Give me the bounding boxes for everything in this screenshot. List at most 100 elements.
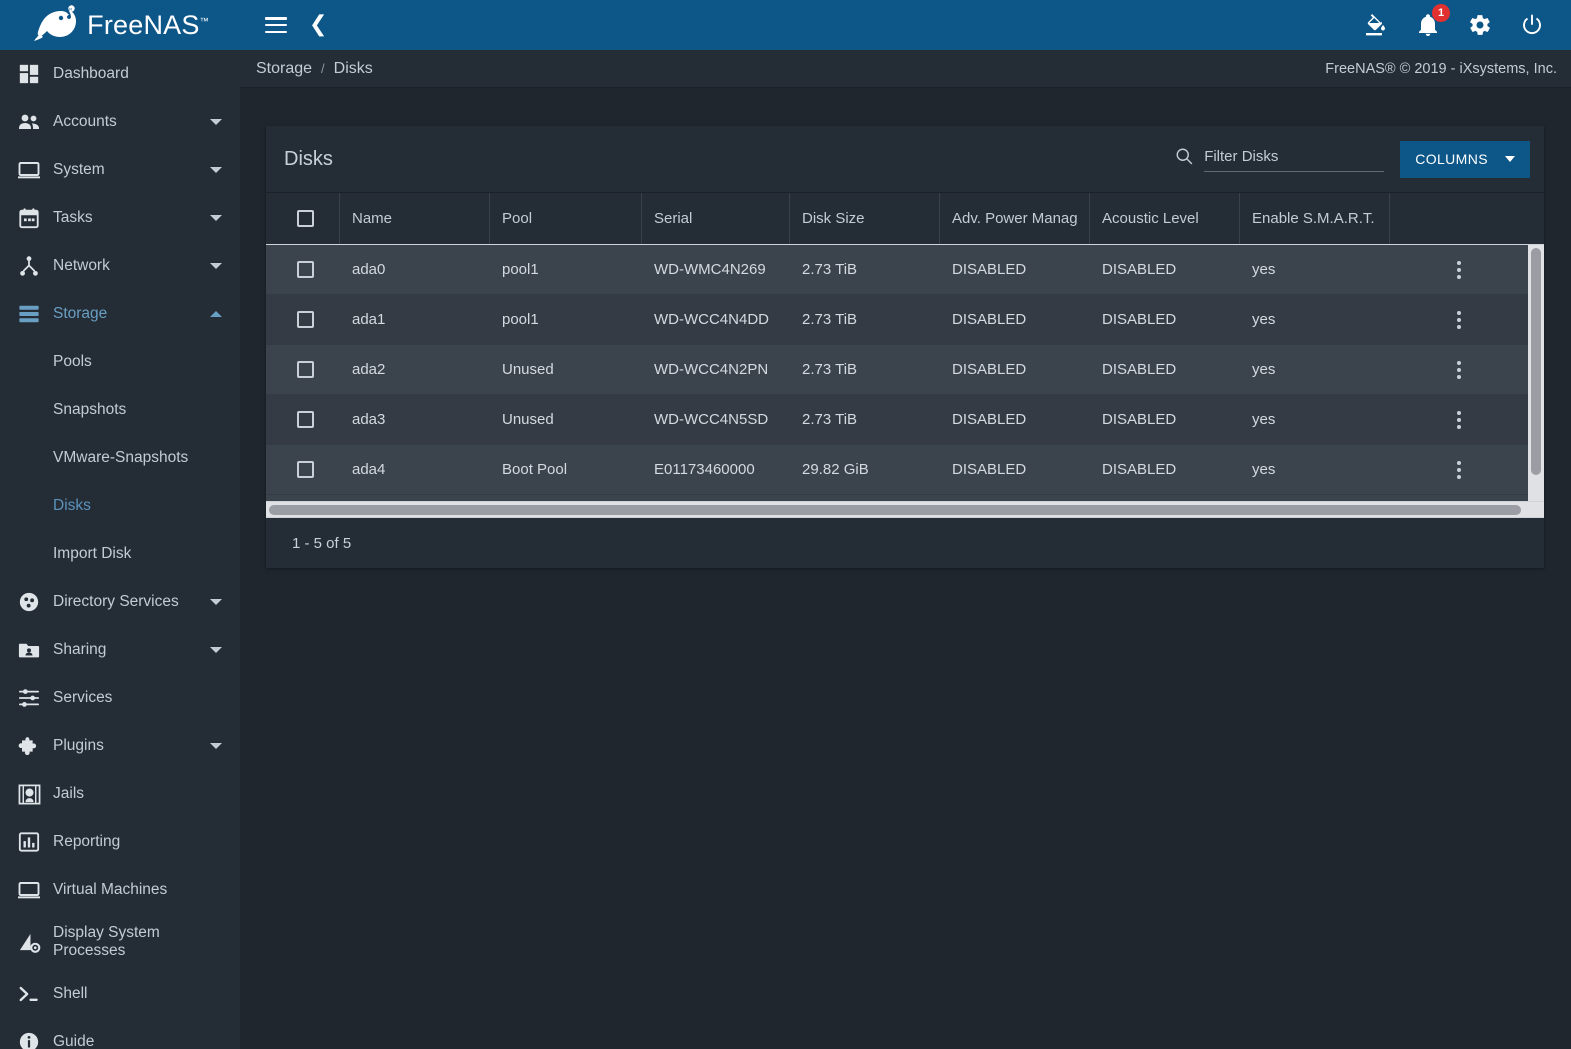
column-header-disk-size[interactable]: Disk Size (790, 193, 940, 244)
cell-pool: pool1 (502, 261, 539, 278)
search-input[interactable] (1204, 146, 1385, 172)
cell-enable-smart: yes (1252, 361, 1276, 378)
row-actions-cell[interactable] (1390, 445, 1528, 494)
cell-pool: pool1 (502, 311, 539, 328)
hamburger-icon[interactable] (265, 17, 287, 33)
sidebar-item-virtual-machines[interactable]: Virtual Machines (0, 866, 240, 914)
svg-text:R: R (69, 7, 72, 12)
row-checkbox[interactable] (297, 411, 314, 428)
row-actions-cell[interactable] (1390, 295, 1528, 344)
sidebar-item-guide[interactable]: Guide (0, 1018, 240, 1049)
table-row[interactable]: ada1 pool1 WD-WCC4N4DD 2.73 TiB DISABLED… (266, 295, 1528, 345)
kebab-menu-icon[interactable] (1402, 310, 1516, 329)
kebab-menu-icon[interactable] (1402, 260, 1516, 279)
sidebar-item-reporting[interactable]: Reporting (0, 818, 240, 866)
column-header-enable-smart[interactable]: Enable S.M.A.R.T. (1240, 193, 1390, 244)
sidebar-item-disks[interactable]: Disks (0, 482, 240, 530)
row-actions-cell[interactable] (1390, 395, 1528, 444)
sidebar-item-network[interactable]: Network (0, 242, 240, 290)
cell-enable-smart: yes (1252, 411, 1276, 428)
sidebar-item-jails[interactable]: Jails (0, 770, 240, 818)
table-horizontal-scrollbar[interactable] (266, 502, 1544, 518)
gear-icon[interactable] (1467, 12, 1493, 38)
kebab-menu-icon[interactable] (1402, 360, 1516, 379)
row-select-cell[interactable] (266, 295, 340, 344)
kebab-menu-icon[interactable] (1402, 460, 1516, 479)
sidebar-item-snapshots[interactable]: Snapshots (0, 386, 240, 434)
power-icon[interactable] (1519, 12, 1545, 38)
row-checkbox[interactable] (297, 311, 314, 328)
sidebar-item-tasks[interactable]: Tasks (0, 194, 240, 242)
search-icon[interactable] (1174, 146, 1194, 166)
brand-logo-area[interactable]: R FreeNAS™ (0, 0, 240, 50)
column-header-adv-power-management[interactable]: Adv. Power Manag (940, 193, 1090, 244)
chevron-down-icon[interactable] (210, 215, 222, 221)
sidebar-item-plugins[interactable]: Plugins (0, 722, 240, 770)
column-header-acoustic-level[interactable]: Acoustic Level (1090, 193, 1240, 244)
cell-serial: E01173460000 (654, 461, 755, 478)
sliders-icon (12, 687, 46, 709)
bell-icon[interactable]: 1 (1415, 4, 1450, 38)
cell-disk-size: 2.73 TiB (802, 311, 858, 328)
chevron-down-icon[interactable] (210, 167, 222, 173)
paint-bucket-icon[interactable] (1363, 12, 1389, 38)
breadcrumb-item-storage[interactable]: Storage (256, 60, 312, 78)
directory-icon (12, 591, 46, 613)
chevron-down-icon[interactable] (210, 647, 222, 653)
chevron-left-icon[interactable]: ❮ (309, 14, 327, 36)
chevron-down-icon[interactable] (210, 599, 222, 605)
column-header-pool[interactable]: Pool (490, 193, 642, 244)
select-all-header[interactable] (266, 193, 340, 244)
sidebar-item-services[interactable]: Services (0, 674, 240, 722)
row-checkbox[interactable] (297, 261, 314, 278)
sidebar-item-pools[interactable]: Pools (0, 338, 240, 386)
cell-adv-power-management: DISABLED (952, 261, 1027, 278)
copyright-text: FreeNAS® © 2019 - iXsystems, Inc. (1325, 60, 1557, 77)
jail-icon (12, 783, 46, 806)
scrollbar-thumb[interactable] (269, 505, 1521, 515)
cell-adv-power-management: DISABLED (952, 411, 1027, 428)
row-select-cell[interactable] (266, 445, 340, 494)
chevron-up-icon[interactable] (210, 311, 222, 317)
sidebar-item-display-system-processes[interactable]: Display System Processes (0, 914, 240, 970)
table-row[interactable]: ada0 pool1 WD-WMC4N269 2.73 TiB DISABLED… (266, 245, 1528, 295)
chevron-down-icon[interactable] (210, 119, 222, 125)
scrollbar-thumb[interactable] (1531, 248, 1541, 475)
column-header-actions (1390, 193, 1544, 244)
sidebar-item-storage[interactable]: Storage (0, 290, 240, 338)
sidebar-item-label: Sharing (53, 641, 107, 659)
row-checkbox[interactable] (297, 361, 314, 378)
chevron-down-icon[interactable] (210, 263, 222, 269)
sidebar-item-vmware-snapshots[interactable]: VMware-Snapshots (0, 434, 240, 482)
sidebar-item-shell[interactable]: Shell (0, 970, 240, 1018)
column-header-serial[interactable]: Serial (642, 193, 790, 244)
breadcrumb-item-disks[interactable]: Disks (334, 60, 373, 78)
row-actions-cell[interactable] (1390, 345, 1528, 394)
chevron-down-icon[interactable] (210, 743, 222, 749)
sidebar-item-label: Tasks (53, 209, 93, 227)
sidebar-item-system[interactable]: System (0, 146, 240, 194)
table-row[interactable]: ada2 Unused WD-WCC4N2PN 2.73 TiB DISABLE… (266, 345, 1528, 395)
cell-name: ada2 (352, 361, 386, 378)
sidebar-item-directory-services[interactable]: Directory Services (0, 578, 240, 626)
row-select-cell[interactable] (266, 345, 340, 394)
table-row[interactable]: ada4 Boot Pool E01173460000 29.82 GiB DI… (266, 445, 1528, 495)
sidebar-item-sharing[interactable]: Sharing (0, 626, 240, 674)
select-all-checkbox[interactable] (297, 210, 314, 227)
sidebar-item-import-disk[interactable]: Import Disk (0, 530, 240, 578)
row-checkbox[interactable] (297, 461, 314, 478)
breadcrumb: Storage / Disks FreeNAS® © 2019 - iXsyst… (240, 50, 1571, 88)
row-select-cell[interactable] (266, 395, 340, 444)
sidebar-item-label: Virtual Machines (53, 881, 168, 899)
column-header-name[interactable]: Name (340, 193, 490, 244)
kebab-menu-icon[interactable] (1402, 410, 1516, 429)
table-row[interactable]: ada3 Unused WD-WCC4N5SD 2.73 TiB DISABLE… (266, 395, 1528, 445)
row-actions-cell[interactable] (1390, 245, 1528, 294)
table-vertical-scrollbar[interactable] (1528, 245, 1544, 501)
disks-card: Disks COLUMNS (266, 126, 1544, 568)
row-select-cell[interactable] (266, 245, 340, 294)
sidebar-item-dashboard[interactable]: Dashboard (0, 50, 240, 98)
sidebar-item-label: Network (53, 257, 110, 275)
sidebar-item-accounts[interactable]: Accounts (0, 98, 240, 146)
columns-button[interactable]: COLUMNS (1400, 140, 1530, 178)
